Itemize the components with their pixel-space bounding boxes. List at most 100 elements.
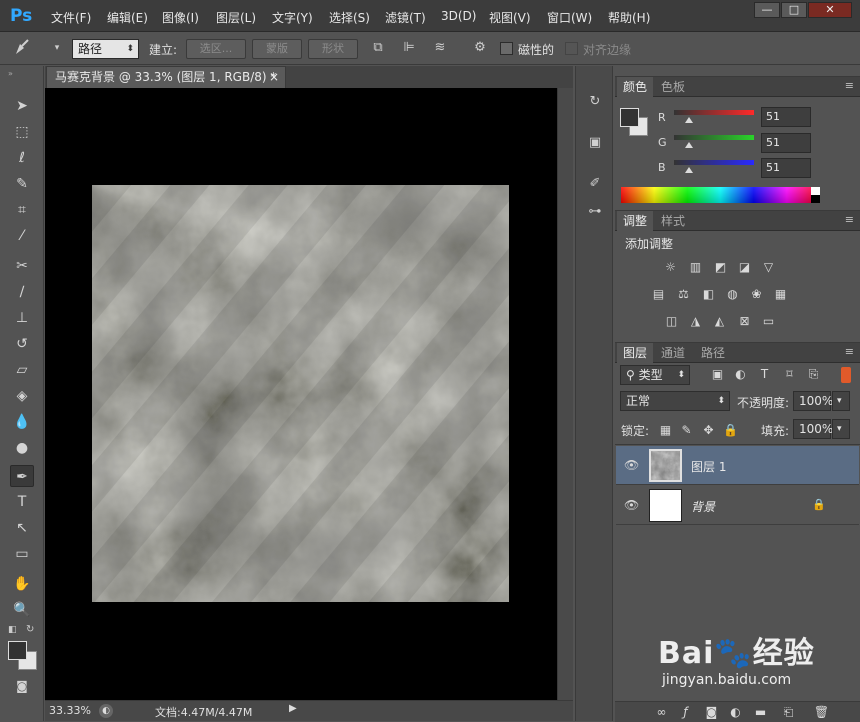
new-layer-icon[interactable]: ⎗ bbox=[780, 705, 797, 720]
filter-type-icon[interactable]: T bbox=[756, 367, 773, 382]
tab-paths[interactable]: 路径 bbox=[695, 343, 731, 363]
history-panel-icon[interactable]: ↻ bbox=[584, 92, 606, 112]
opacity-field[interactable]: 100% bbox=[793, 391, 833, 411]
layer-style-icon[interactable]: ƒ bbox=[677, 705, 694, 720]
blend-mode-select[interactable]: 正常 ⬍ bbox=[620, 391, 730, 411]
panel-menu-icon[interactable]: ≡ bbox=[845, 213, 854, 226]
3d-panel-icon[interactable]: ▣ bbox=[584, 133, 606, 153]
lock-all-icon[interactable]: 🔒 bbox=[722, 423, 739, 438]
path-arrangement-icon[interactable]: ≋ bbox=[432, 40, 448, 56]
document-tab[interactable]: 马赛克背景 @ 33.3% (图层 1, RGB/8) * × bbox=[46, 66, 286, 88]
exposure-icon[interactable]: ◪ bbox=[736, 260, 753, 275]
tool-preset-chevron-icon[interactable]: ▾ bbox=[49, 40, 65, 56]
layer-name[interactable]: 背景 bbox=[691, 498, 715, 515]
fill-field[interactable]: 100% bbox=[793, 419, 833, 439]
foreground-color-swatch[interactable] bbox=[8, 641, 27, 660]
brush-presets-icon[interactable]: ✐ bbox=[584, 174, 606, 194]
properties-panel-icon[interactable]: ⊶ bbox=[584, 202, 606, 222]
move-tool-icon[interactable]: ➤ bbox=[10, 95, 34, 117]
menu-3d[interactable]: 3D(D) bbox=[441, 9, 476, 23]
curves-icon[interactable]: ◩ bbox=[712, 260, 729, 275]
tab-swatches[interactable]: 色板 bbox=[655, 77, 691, 97]
filter-adjustment-icon[interactable]: ◐ bbox=[732, 367, 749, 382]
zoom-level[interactable]: 33.33% bbox=[49, 704, 91, 717]
red-value[interactable]: 51 bbox=[761, 107, 811, 127]
hand-tool-icon[interactable]: ✋ bbox=[10, 573, 34, 595]
menu-select[interactable]: 选择(S) bbox=[329, 9, 370, 26]
blur-tool-icon[interactable]: 💧 bbox=[10, 411, 34, 433]
make-selection-button[interactable]: 选区... bbox=[186, 39, 246, 59]
panel-menu-icon[interactable]: ≡ bbox=[845, 345, 854, 358]
pen-tool-icon[interactable] bbox=[12, 39, 32, 55]
filter-toggle-icon[interactable] bbox=[841, 367, 851, 383]
green-slider[interactable] bbox=[674, 135, 754, 140]
lock-position-icon[interactable]: ✥ bbox=[700, 423, 717, 438]
opacity-dropdown-icon[interactable]: ▾ bbox=[832, 391, 850, 411]
green-slider-handle[interactable] bbox=[685, 142, 693, 148]
path-alignment-icon[interactable]: ⊫ bbox=[401, 40, 417, 56]
posterize-icon[interactable]: ◮ bbox=[687, 314, 704, 329]
tab-styles[interactable]: 样式 bbox=[655, 211, 691, 231]
make-mask-button[interactable]: 蒙版 bbox=[252, 39, 302, 59]
dodge-tool-icon[interactable]: ● bbox=[10, 437, 34, 459]
menu-edit[interactable]: 编辑(E) bbox=[107, 9, 148, 26]
color-lookup-icon[interactable]: ▦ bbox=[772, 287, 789, 302]
layer-row[interactable]: 👁 图层 1 bbox=[616, 446, 859, 485]
menu-help[interactable]: 帮助(H) bbox=[608, 9, 650, 26]
menu-filter[interactable]: 滤镜(T) bbox=[385, 9, 426, 26]
rectangle-tool-icon[interactable]: ▭ bbox=[10, 543, 34, 565]
tab-layers[interactable]: 图层 bbox=[617, 343, 654, 363]
vibrance-icon[interactable]: ▽ bbox=[760, 260, 777, 275]
path-selection-tool-icon[interactable]: ↖ bbox=[10, 517, 34, 539]
swap-colors-icon[interactable]: ↻ bbox=[26, 624, 34, 635]
delete-layer-icon[interactable]: 🗑 bbox=[813, 705, 830, 720]
quick-mask-icon[interactable]: ◙ bbox=[10, 675, 34, 697]
panel-menu-icon[interactable]: ≡ bbox=[845, 79, 854, 92]
red-slider-handle[interactable] bbox=[685, 117, 693, 123]
vertical-scrollbar[interactable] bbox=[557, 88, 573, 700]
paint-bucket-tool-icon[interactable]: ◈ bbox=[10, 385, 34, 407]
filter-smart-object-icon[interactable]: ⎘ bbox=[805, 367, 822, 382]
brightness-icon[interactable]: ☼ bbox=[662, 260, 679, 275]
color-balance-icon[interactable]: ⚖ bbox=[675, 287, 692, 302]
menu-layer[interactable]: 图层(L) bbox=[216, 9, 256, 26]
close-button[interactable]: ✕ bbox=[808, 2, 852, 18]
tab-color[interactable]: 颜色 bbox=[617, 77, 654, 97]
lock-image-icon[interactable]: ✎ bbox=[678, 423, 695, 438]
gradient-map-icon[interactable]: ▭ bbox=[760, 314, 777, 329]
lock-transparent-icon[interactable]: ▦ bbox=[657, 423, 674, 438]
threshold-icon[interactable]: ◭ bbox=[711, 314, 728, 329]
fill-dropdown-icon[interactable]: ▾ bbox=[832, 419, 850, 439]
path-operations-icon[interactable]: ⧉ bbox=[370, 40, 386, 56]
collapse-toolbar-icon[interactable]: » bbox=[8, 69, 13, 78]
spectrum-white-chip[interactable] bbox=[811, 187, 820, 195]
blue-slider[interactable] bbox=[674, 160, 754, 165]
eraser-tool-icon[interactable]: ▱ bbox=[10, 359, 34, 381]
photo-filter-icon[interactable]: ◍ bbox=[724, 287, 741, 302]
close-document-icon[interactable]: × bbox=[269, 67, 279, 87]
channel-mixer-icon[interactable]: ❀ bbox=[748, 287, 765, 302]
menu-view[interactable]: 视图(V) bbox=[489, 9, 531, 26]
layer-filter-select[interactable]: ⚲ 类型 ⬍ bbox=[620, 365, 690, 385]
eyedropper-tool-icon[interactable]: ⁄ bbox=[10, 225, 34, 247]
black-white-icon[interactable]: ◧ bbox=[700, 287, 717, 302]
selective-color-icon[interactable]: ⊠ bbox=[736, 314, 753, 329]
menu-file[interactable]: 文件(F) bbox=[51, 9, 91, 26]
pen-tool-icon[interactable]: ✒ bbox=[10, 465, 34, 487]
new-adjustment-icon[interactable]: ◐ bbox=[727, 705, 744, 720]
menu-image[interactable]: 图像(I) bbox=[162, 9, 199, 26]
status-menu-arrow-icon[interactable]: ▶ bbox=[289, 703, 297, 714]
hue-saturation-icon[interactable]: ▤ bbox=[650, 287, 667, 302]
menu-type[interactable]: 文字(Y) bbox=[272, 9, 313, 26]
new-group-icon[interactable]: ▬ bbox=[752, 705, 769, 720]
add-mask-icon[interactable]: ◙ bbox=[703, 705, 720, 720]
type-tool-icon[interactable]: T bbox=[10, 491, 34, 513]
tab-channels[interactable]: 通道 bbox=[655, 343, 691, 363]
brush-tool-icon[interactable]: ∕ bbox=[10, 281, 34, 303]
history-brush-tool-icon[interactable]: ↺ bbox=[10, 333, 34, 355]
red-slider[interactable] bbox=[674, 110, 754, 115]
blue-slider-handle[interactable] bbox=[685, 167, 693, 173]
gear-icon[interactable]: ⚙ bbox=[472, 40, 488, 56]
layer-name[interactable]: 图层 1 bbox=[691, 458, 726, 475]
healing-brush-tool-icon[interactable]: ✂ bbox=[10, 255, 34, 277]
